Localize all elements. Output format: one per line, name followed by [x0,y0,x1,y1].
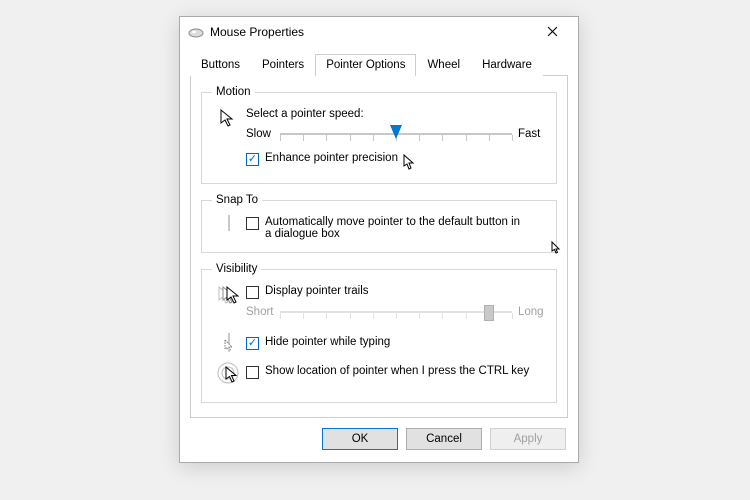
titlebar: Mouse Properties [180,17,578,47]
pointer-speed-label: Select a pointer speed: [246,108,546,120]
tab-pointer-options[interactable]: Pointer Options [315,54,416,76]
pointer-trails-slider [280,302,512,322]
snap-to-icon [228,216,230,230]
snap-to-checkbox[interactable]: ✓ [246,217,259,230]
ctrl-locate-checkbox[interactable]: ✓ [246,366,259,379]
snap-to-label: Automatically move pointer to the defaul… [265,216,525,240]
group-snap-to: Snap To ✓ Automatically move pointer to … [201,194,557,253]
pointer-trails-icon [216,285,242,310]
trails-long-label: Long [512,306,546,318]
apply-button: Apply [490,428,566,450]
ctrl-locate-icon [216,361,242,390]
hide-typing-checkbox[interactable]: ✓ [246,337,259,350]
cancel-button[interactable]: Cancel [406,428,482,450]
pointer-trails-checkbox[interactable]: ✓ [246,286,259,299]
close-button[interactable] [534,24,570,40]
group-motion: Motion Select a pointer speed: Slow [201,86,557,184]
hide-typing-icon [228,334,230,348]
dialog-footer: OK Cancel Apply [180,418,578,462]
tab-hardware[interactable]: Hardware [471,54,543,76]
tab-wheel[interactable]: Wheel [416,54,471,76]
pointer-speed-slider[interactable] [280,124,512,144]
hide-typing-label: Hide pointer while typing [265,336,390,348]
tab-buttons[interactable]: Buttons [190,54,251,76]
ok-button[interactable]: OK [322,428,398,450]
ctrl-locate-label: Show location of pointer when I press th… [265,365,529,377]
mouse-properties-dialog: Mouse Properties Buttons Pointers Pointe… [179,16,579,463]
speed-slow-label: Slow [246,128,280,140]
group-visibility-legend: Visibility [212,263,261,275]
window-title: Mouse Properties [210,25,534,39]
mouse-icon [188,27,204,37]
tabs-container: Buttons Pointers Pointer Options Wheel H… [180,47,578,418]
enhance-precision-label: Enhance pointer precision [265,152,398,164]
tab-strip: Buttons Pointers Pointer Options Wheel H… [190,53,568,76]
pointer-speed-icon [218,108,240,133]
group-motion-legend: Motion [212,86,255,98]
tab-pointers[interactable]: Pointers [251,54,315,76]
group-visibility: Visibility ✓ [201,263,557,403]
tab-body-pointer-options: Motion Select a pointer speed: Slow [190,76,568,418]
trails-short-label: Short [246,306,280,318]
pointer-trails-label: Display pointer trails [265,285,369,297]
speed-fast-label: Fast [512,128,546,140]
enhance-precision-checkbox[interactable]: ✓ [246,153,259,166]
group-snap-legend: Snap To [212,194,262,206]
cursor-icon [402,154,416,173]
